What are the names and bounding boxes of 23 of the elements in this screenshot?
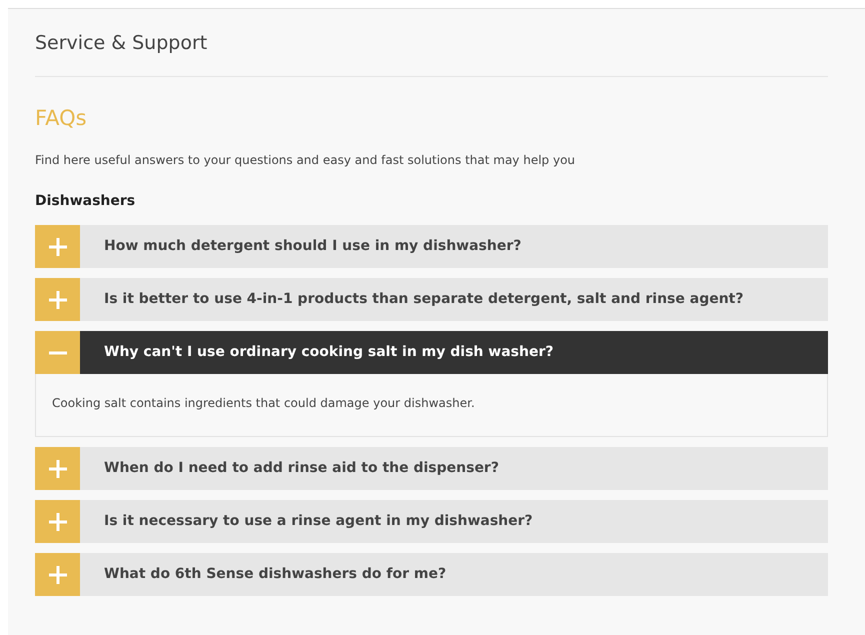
faq-question-bar[interactable]: When do I need to add rinse aid to the dispenser? [35,447,828,490]
answer-panel: Cooking salt contains ingredients that could damage your dishwasher. [35,374,828,437]
plus-icon[interactable] [35,447,80,490]
page-title: Service & Support [35,9,828,76]
question-text: What do 6th Sense dishwashers do for me? [103,565,446,584]
intro-text: Find here useful answers to your questions and easy and fast solutions that may help you [35,152,576,169]
question-text: How much detergent should I use in my dishwasher? [103,237,522,256]
faq-question-bar[interactable]: What do 6th Sense dishwashers do for me? [35,553,828,596]
faq-question-bar[interactable]: How much detergent should I use in my dishwasher? [35,225,828,268]
question-text: Why can't I use ordinary cooking salt in my dish washer? [103,343,554,362]
question-text: Is it better to use 4-in-1 products than separate detergent, salt and rinse agent? [103,290,744,309]
faq-question-bar[interactable]: Is it necessary to use a rinse agent in my dishwasher? [35,500,828,543]
minus-icon[interactable] [35,331,80,374]
faq-question-bar[interactable]: Why can't I use ordinary cooking salt in my dish washer? [35,331,828,374]
section-title: FAQs [35,104,88,132]
faq-question-bar[interactable]: Is it better to use 4-in-1 products than separate detergent, salt and rinse agent? [35,278,828,321]
plus-icon[interactable] [35,278,80,321]
plus-icon[interactable] [35,553,80,596]
plus-icon[interactable] [35,500,80,543]
question-text: Is it necessary to use a rinse agent in my dishwasher? [103,512,533,531]
category-heading: Dishwashers [35,192,136,211]
plus-icon[interactable] [35,225,80,268]
question-text: When do I need to add rinse aid to the dispenser? [103,459,499,478]
